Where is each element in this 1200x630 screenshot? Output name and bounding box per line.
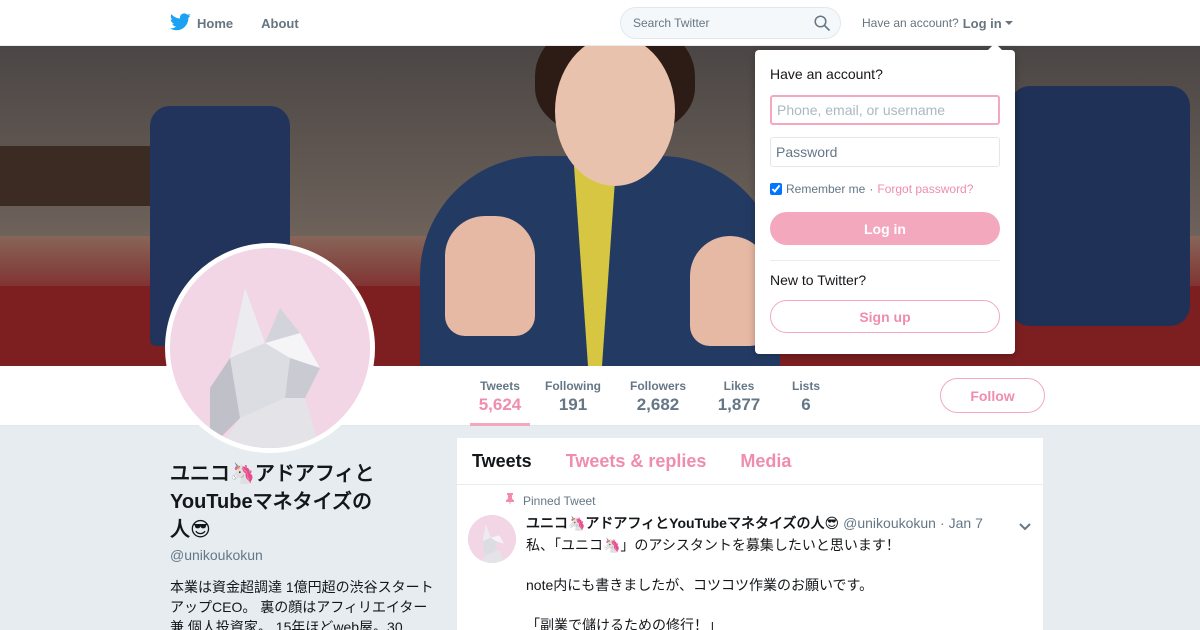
new-to-twitter-text: New to Twitter? bbox=[770, 272, 867, 288]
stat-lists[interactable]: Lists 6 bbox=[788, 366, 824, 426]
login-link-label: Log in bbox=[962, 15, 1002, 31]
timeline: Tweets Tweets & replies Media Pinned Twe… bbox=[456, 437, 1044, 630]
tweet-line: note内にも書きましたが、コツコツ作業のお願いです。 bbox=[526, 577, 874, 593]
search-icon[interactable] bbox=[814, 15, 830, 36]
search-input[interactable] bbox=[621, 8, 801, 38]
banner-chair-right bbox=[1010, 86, 1190, 326]
divider bbox=[770, 260, 1000, 261]
nav-left: Home About bbox=[169, 0, 327, 46]
tweet-avatar[interactable] bbox=[468, 515, 516, 563]
profile-avatar[interactable] bbox=[165, 243, 375, 453]
banner-table bbox=[0, 146, 160, 206]
tweet-author-handle[interactable]: @unikoukokun bbox=[843, 515, 936, 531]
stat-value: 6 bbox=[801, 395, 811, 414]
follow-button[interactable]: Follow bbox=[940, 378, 1045, 413]
stat-value: 2,682 bbox=[636, 395, 680, 414]
username-field[interactable] bbox=[770, 95, 1000, 125]
profile-name-line: 人😎 bbox=[170, 519, 211, 541]
profile-name[interactable]: ユニコ🦄アドアフィと YouTubeマネタイズの 人😎 bbox=[170, 460, 430, 544]
stat-tweets[interactable]: Tweets 5,624 bbox=[470, 366, 530, 426]
pinned-label: Pinned Tweet bbox=[505, 493, 596, 508]
nav-about-label: About bbox=[261, 15, 299, 31]
unicorn-avatar-image bbox=[170, 248, 370, 448]
login-dropdown-toggle[interactable]: Log in bbox=[963, 16, 1013, 31]
tweet-text: 私、「ユニコ🦄」のアシスタントを募集したいと思います！ note内にも書きました… bbox=[526, 535, 1026, 630]
tab-tweets[interactable]: Tweets bbox=[472, 451, 532, 472]
signup-button[interactable]: Sign up bbox=[770, 300, 1000, 333]
stat-label: Following bbox=[545, 379, 601, 393]
tab-tweets-replies[interactable]: Tweets & replies bbox=[566, 451, 707, 472]
tab-media[interactable]: Media bbox=[740, 451, 791, 472]
timeline-tabs: Tweets Tweets & replies Media bbox=[457, 438, 1043, 485]
remember-me-label[interactable]: Remember me bbox=[786, 182, 865, 196]
profile-name-line: ユニコ🦄アドアフィと bbox=[170, 463, 375, 485]
have-account-text: Have an account? bbox=[862, 16, 959, 30]
stat-label: Likes bbox=[723, 379, 755, 393]
remember-separator: · bbox=[869, 182, 874, 196]
tweet-separator: · bbox=[939, 515, 945, 531]
nav-home-label: Home bbox=[197, 15, 234, 31]
pinned-text: Pinned Tweet bbox=[523, 493, 596, 508]
stat-followers[interactable]: Followers 2,682 bbox=[628, 366, 688, 426]
stat-value: 191 bbox=[558, 395, 588, 414]
pinned-tweet[interactable]: Pinned Tweet ユニコ🦄アドアフィとYouTubeマネタイズの人😎 @… bbox=[457, 485, 1043, 630]
forgot-password-link[interactable]: Forgot password? bbox=[877, 182, 973, 196]
banner-hand-left bbox=[445, 216, 535, 336]
unicorn-avatar-image bbox=[468, 515, 516, 563]
profile-handle[interactable]: @unikoukokun bbox=[170, 547, 263, 563]
search-box bbox=[620, 7, 841, 39]
tweet-line: 「副業で儲けるための修行！」 bbox=[526, 617, 722, 630]
top-navigation-bar: Home About Have an account? Log in bbox=[0, 0, 1200, 46]
login-dropdown-title: Have an account? bbox=[770, 66, 883, 82]
login-button[interactable]: Log in bbox=[770, 212, 1000, 245]
stat-value: 5,624 bbox=[478, 395, 522, 414]
nav-about-link[interactable]: About bbox=[261, 16, 299, 31]
stat-value: 1,877 bbox=[717, 395, 761, 414]
tweet-line: 私、「ユニコ🦄」のアシスタントを募集したいと思います！ bbox=[526, 537, 900, 553]
stat-label: Tweets bbox=[480, 379, 520, 393]
stat-label: Lists bbox=[791, 379, 820, 393]
account-area: Have an account? Log in bbox=[862, 0, 1013, 46]
stat-label: Followers bbox=[629, 379, 686, 393]
tweet-author-name[interactable]: ユニコ🦄アドアフィとYouTubeマネタイズの人😎 bbox=[526, 513, 839, 533]
tweet-header: ユニコ🦄アドアフィとYouTubeマネタイズの人😎 @unikoukokun ·… bbox=[526, 513, 983, 533]
twitter-bird-icon bbox=[169, 12, 197, 34]
remember-row: Remember me · Forgot password? bbox=[770, 182, 973, 196]
caret-down-icon bbox=[1004, 21, 1013, 25]
profile-bio: 本業は資金超調達 1億円超の渋谷スタートアップCEO。 裏の顔はアフィリエイター… bbox=[170, 579, 434, 630]
pin-icon bbox=[505, 493, 523, 508]
profile-name-line: YouTubeマネタイズの bbox=[170, 491, 372, 513]
remember-me-checkbox[interactable] bbox=[770, 183, 782, 195]
password-field[interactable] bbox=[770, 137, 1000, 167]
stat-following[interactable]: Following 191 bbox=[543, 366, 603, 426]
login-dropdown: Have an account? Remember me · Forgot pa… bbox=[755, 43, 1015, 354]
nav-home-link[interactable]: Home bbox=[169, 12, 234, 34]
stat-likes[interactable]: Likes 1,877 bbox=[714, 366, 764, 426]
tweet-date[interactable]: Jan 7 bbox=[949, 515, 983, 531]
